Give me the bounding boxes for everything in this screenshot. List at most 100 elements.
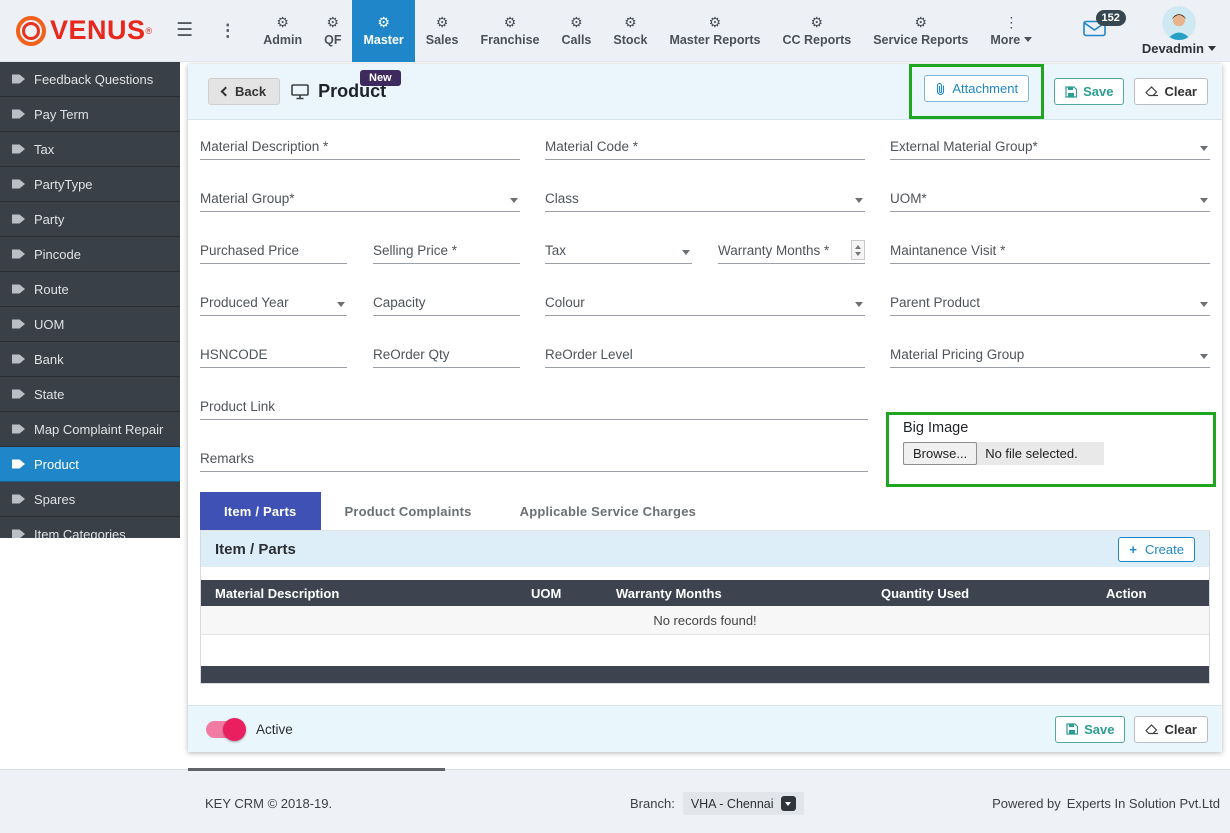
panel-header: Back Product New Attachment (188, 64, 1222, 120)
uom-select[interactable]: UOM* (890, 180, 1210, 212)
nav-item-more[interactable]: ⋮ More (979, 0, 1043, 62)
nav-item-label: Master (363, 33, 403, 47)
eraser-icon (1145, 724, 1158, 735)
nav-item-label: Sales (426, 33, 459, 47)
gear-icon: ⚙ (276, 15, 289, 30)
sidebar-item-partytype[interactable]: PartyType (0, 167, 180, 202)
external-material-group-select[interactable]: External Material Group* (890, 128, 1210, 160)
gear-icon: ⚙ (709, 15, 722, 30)
powered-by-text: Powered by (992, 796, 1061, 811)
sidebar-item-route[interactable]: Route (0, 272, 180, 307)
nav-item-master-reports[interactable]: ⚙ Master Reports (658, 0, 771, 62)
horizontal-scrollbar[interactable] (188, 768, 445, 771)
clear-button[interactable]: Clear (1134, 78, 1208, 105)
create-button-label: Create (1145, 542, 1184, 557)
material-pricing-group-select[interactable]: Material Pricing Group (890, 336, 1210, 368)
save-button-bottom[interactable]: Save (1055, 716, 1125, 743)
back-button[interactable]: Back (208, 78, 280, 105)
reorder-qty-field[interactable]: ReOrder Qty (373, 336, 520, 368)
nav-item-label: Master Reports (669, 33, 760, 47)
bottom-actions: Save Clear (1055, 716, 1208, 743)
nav-item-cc-reports[interactable]: ⚙ CC Reports (771, 0, 862, 62)
nav-item-stock[interactable]: ⚙ Stock (602, 0, 658, 62)
active-toggle-label: Active (256, 722, 293, 737)
nav-item-calls[interactable]: ⚙ Calls (551, 0, 603, 62)
attachment-button[interactable]: Attachment (924, 75, 1029, 102)
branch-selector[interactable]: VHA - Chennai (683, 792, 804, 815)
sidebar-item-product[interactable]: Product (0, 447, 180, 482)
field-label: Capacity (373, 295, 426, 310)
column-header-quantity-used: Quantity Used (881, 586, 1106, 601)
hamburger-icon[interactable]: ☰ (176, 19, 193, 42)
tab-applicable-service-charges[interactable]: Applicable Service Charges (496, 492, 720, 530)
tab-item-parts[interactable]: Item / Parts (200, 492, 321, 530)
copyright-text: KEY CRM © 2018-19. (205, 796, 332, 811)
sidebar-item-pincode[interactable]: Pincode (0, 237, 180, 272)
maintanence-visit-field[interactable]: Maintanence Visit * (890, 232, 1210, 264)
active-toggle[interactable] (206, 721, 244, 738)
nav-item-admin[interactable]: ⚙ Admin (252, 0, 313, 62)
purchased-price-field[interactable]: Purchased Price (200, 232, 347, 264)
sidebar-item-map-complaint-repair[interactable]: Map Complaint Repair (0, 412, 180, 447)
remarks-field[interactable]: Remarks (200, 440, 868, 472)
tag-icon (12, 388, 25, 401)
monitor-icon (291, 84, 309, 100)
sidebar-item-bank[interactable]: Bank (0, 342, 180, 377)
tag-icon (12, 248, 25, 261)
sidebar-item-party[interactable]: Party (0, 202, 180, 237)
material-group-select[interactable]: Material Group* (200, 180, 520, 212)
field-label: UOM* (890, 191, 927, 206)
sidebar-item-label: Feedback Questions (34, 72, 153, 87)
company-name: Experts In Solution Pvt.Ltd (1067, 796, 1220, 811)
material-description-field[interactable]: Material Description * (200, 128, 520, 160)
produced-year-select[interactable]: Produced Year (200, 284, 347, 316)
messages-button[interactable]: 152 (1083, 20, 1106, 42)
capacity-field[interactable]: Capacity (373, 284, 520, 316)
product-panel: Back Product New Attachment (188, 64, 1222, 752)
venus-logo[interactable]: VENUS ® (16, 15, 152, 46)
big-image-file-input[interactable]: Browse... No file selected. (903, 442, 1104, 465)
class-select[interactable]: Class (545, 180, 865, 212)
caret-down-icon (855, 302, 863, 307)
branch-value: VHA - Chennai (691, 797, 774, 811)
field-label: Maintanence Visit * (890, 243, 1005, 258)
material-code-field[interactable]: Material Code * (545, 128, 865, 160)
colour-select[interactable]: Colour (545, 284, 865, 316)
product-link-field[interactable]: Product Link (200, 388, 868, 420)
hsncode-field[interactable]: HSNCODE (200, 336, 347, 368)
sidebar: Feedback Questions Pay Term Tax PartyTyp… (0, 62, 180, 538)
clear-button-bottom[interactable]: Clear (1134, 716, 1208, 743)
sidebar-item-feedback-questions[interactable]: Feedback Questions (0, 62, 180, 97)
reorder-level-field[interactable]: ReOrder Level (545, 336, 865, 368)
save-button[interactable]: Save (1054, 78, 1124, 105)
create-button[interactable]: Create (1118, 537, 1195, 562)
sidebar-item-state[interactable]: State (0, 377, 180, 412)
browse-button[interactable]: Browse... (903, 442, 977, 465)
field-label: Selling Price * (373, 243, 457, 258)
kebab-icon[interactable]: ⋮ (219, 21, 236, 41)
sidebar-item-label: Bank (34, 352, 64, 367)
number-spinner-icon[interactable] (851, 240, 865, 260)
sidebar-item-uom[interactable]: UOM (0, 307, 180, 342)
branch-selector-group: Branch: VHA - Chennai (630, 792, 804, 815)
item-parts-header: Item / Parts Create (201, 531, 1209, 567)
sidebar-item-label: Map Complaint Repair (34, 422, 163, 437)
toggle-knob (223, 718, 246, 741)
attachment-annotation-box: Attachment (909, 64, 1044, 119)
tax-select[interactable]: Tax (545, 232, 692, 264)
warranty-months-stepper[interactable]: Warranty Months * (718, 232, 865, 264)
sidebar-item-pay-term[interactable]: Pay Term (0, 97, 180, 132)
sidebar-item-tax[interactable]: Tax (0, 132, 180, 167)
tab-product-complaints[interactable]: Product Complaints (321, 492, 496, 530)
nav-item-service-reports[interactable]: ⚙ Service Reports (862, 0, 979, 62)
nav-item-franchise[interactable]: ⚙ Franchise (469, 0, 550, 62)
nav-item-qf[interactable]: ⚙ QF (313, 0, 352, 62)
sidebar-item-item-categories[interactable]: Item Categories (0, 517, 180, 538)
sidebar-item-spares[interactable]: Spares (0, 482, 180, 517)
nav-item-sales[interactable]: ⚙ Sales (415, 0, 470, 62)
user-menu[interactable]: Devadmin (1142, 6, 1216, 56)
parent-product-select[interactable]: Parent Product (890, 284, 1210, 316)
nav-item-label: Stock (613, 33, 647, 47)
selling-price-field[interactable]: Selling Price * (373, 232, 520, 264)
nav-item-master[interactable]: ⚙ Master (352, 0, 414, 62)
